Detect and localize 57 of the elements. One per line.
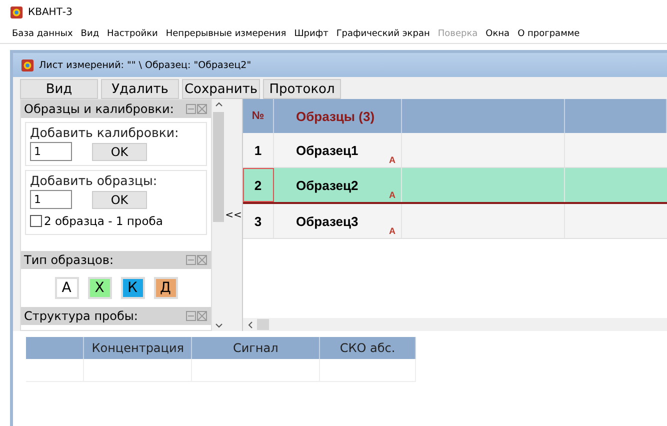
table-cell: Образец2 bbox=[296, 178, 358, 192]
toolbar-button[interactable]: Удалить bbox=[101, 79, 179, 99]
menu-item[interactable]: Графический экран bbox=[336, 28, 430, 38]
scrollbar[interactable] bbox=[212, 99, 225, 331]
window-title: Лист измерений: "" \ Образец: "Образец2" bbox=[39, 60, 252, 70]
table-cell: 3 bbox=[243, 204, 274, 238]
group-label: Добавить образцы: bbox=[30, 173, 158, 188]
scroll-down-icon[interactable] bbox=[214, 323, 222, 328]
number-field[interactable]: 1 bbox=[30, 190, 72, 209]
sample-type-button[interactable]: К bbox=[120, 277, 144, 299]
type-marker: А bbox=[389, 226, 396, 236]
collapse-button[interactable]: << bbox=[225, 210, 242, 220]
table-row[interactable]: 1 Образец1 А bbox=[243, 133, 667, 168]
table-cell: 1 bbox=[243, 133, 274, 167]
toolbar-button[interactable]: Вид bbox=[20, 79, 98, 99]
type-marker: А bbox=[389, 155, 396, 165]
sample-type-button[interactable]: Х bbox=[88, 277, 112, 299]
scroll-thumb[interactable] bbox=[257, 319, 269, 330]
window-title: КВАНТ-3 bbox=[28, 6, 72, 18]
table-row[interactable]: 3 Образец3 А bbox=[243, 204, 667, 239]
scroll-up-icon[interactable] bbox=[214, 102, 222, 107]
type-marker: А bbox=[389, 190, 396, 200]
sample-type-button[interactable]: А bbox=[54, 277, 78, 299]
menu-item[interactable]: Настройки bbox=[107, 28, 158, 38]
menu-item[interactable]: База данных bbox=[12, 28, 73, 38]
menu-item[interactable]: Вид bbox=[80, 28, 100, 38]
panel-controls-icon[interactable] bbox=[186, 104, 208, 114]
table-row[interactable]: 2 Образец2 А bbox=[243, 168, 667, 204]
menu-item[interactable]: О программе bbox=[518, 28, 580, 38]
table-cell: 2 bbox=[243, 168, 274, 202]
menu-item[interactable]: Окна bbox=[486, 28, 510, 38]
checkbox[interactable] bbox=[30, 215, 42, 227]
scrollbar[interactable] bbox=[243, 318, 667, 331]
menu-item[interactable]: Шрифт bbox=[294, 28, 328, 38]
checkbox-label: 2 образца - 1 проба bbox=[44, 214, 163, 228]
ok-button[interactable]: OK bbox=[92, 190, 147, 208]
group-label: Добавить калибровки: bbox=[30, 125, 179, 140]
ok-button[interactable]: OK bbox=[92, 142, 147, 160]
app-icon bbox=[21, 58, 34, 72]
scroll-thumb[interactable] bbox=[213, 112, 224, 222]
panel-title: Тип образцов: bbox=[24, 253, 114, 267]
sample-type-button[interactable]: Д bbox=[154, 277, 178, 299]
toolbar-button[interactable]: Сохранить bbox=[182, 79, 260, 99]
table-cell: Образец3 bbox=[296, 214, 358, 228]
toolbar-button[interactable]: Протокол bbox=[263, 79, 341, 99]
column-header: СКО абс. bbox=[320, 337, 416, 359]
panel-controls-icon[interactable] bbox=[186, 255, 208, 265]
column-header: Сигнал bbox=[192, 337, 320, 359]
app-icon bbox=[10, 6, 23, 18]
panel-title: Образцы и калибровки: bbox=[24, 102, 174, 116]
table-cell: Образец1 bbox=[296, 142, 358, 158]
panel-controls-icon[interactable] bbox=[186, 311, 208, 321]
panel-title: Структура пробы: bbox=[24, 309, 138, 323]
number-field[interactable]: 1 bbox=[30, 142, 72, 161]
menu-item[interactable]: Непрерывные измерения bbox=[166, 28, 286, 38]
column-header: Концентрация bbox=[84, 337, 192, 359]
scroll-left-icon[interactable] bbox=[248, 320, 253, 328]
